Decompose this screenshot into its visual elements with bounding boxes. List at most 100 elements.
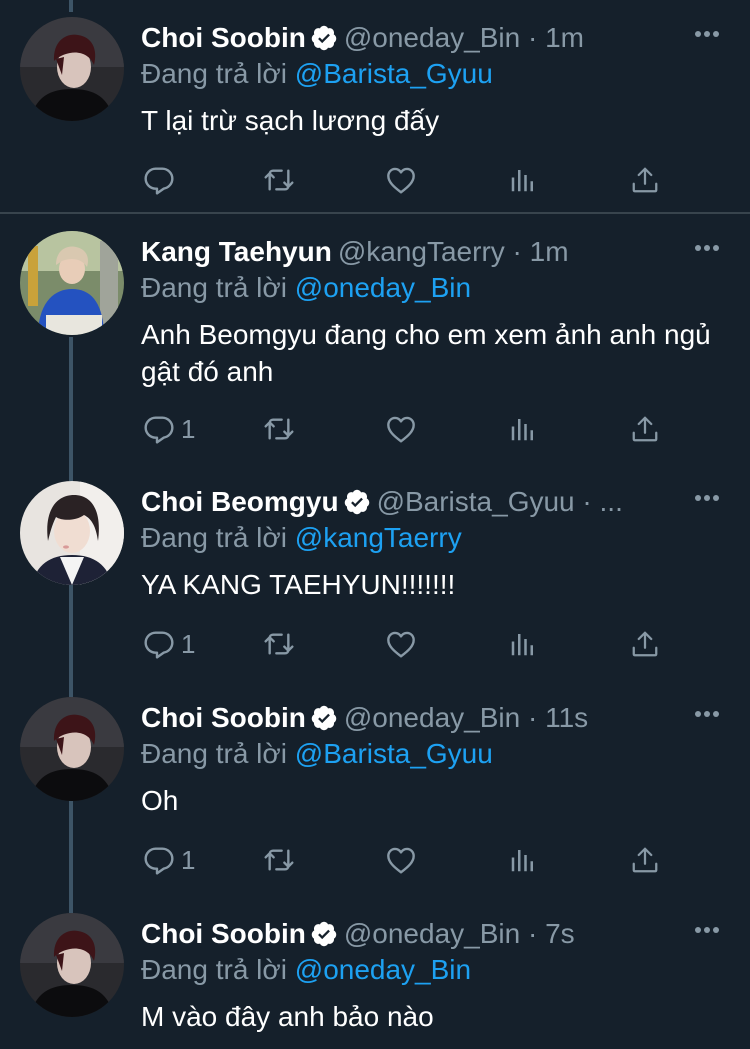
retweet-icon — [262, 628, 296, 660]
mention-link[interactable]: @oneday_Bin — [295, 272, 471, 303]
avatar[interactable] — [20, 697, 124, 801]
handle-and-time[interactable]: @oneday_Bin · 1m — [344, 22, 584, 53]
analytics-button[interactable] — [508, 842, 538, 878]
tweet[interactable]: Choi Soobin @oneday_Bin · 11s Đang trả lờ… — [0, 680, 750, 896]
avatar-soobin — [20, 17, 124, 121]
more-options-icon[interactable] — [694, 244, 720, 252]
tweet-text: YA KANG TAEHYUN!!!!!!! — [141, 569, 456, 600]
analytics-icon — [508, 413, 538, 445]
handle-and-time[interactable]: @Barista_Gyuu · ... — [377, 486, 623, 517]
avatar[interactable] — [20, 231, 124, 335]
mention-link[interactable]: @Barista_Gyuu — [295, 738, 493, 769]
retweet-button[interactable] — [262, 162, 296, 198]
replying-to-label: Đang trả lời — [141, 58, 287, 89]
analytics-button[interactable] — [508, 411, 538, 447]
avatar[interactable] — [20, 481, 124, 585]
replying-to: Đang trả lời @oneday_Bin — [141, 951, 471, 989]
reply-icon — [143, 413, 175, 445]
replying-to-label: Đang trả lời — [141, 272, 287, 303]
share-button[interactable] — [630, 162, 660, 198]
reply-button[interactable]: 1 — [143, 842, 195, 878]
reply-count: 1 — [181, 413, 196, 444]
replying-to: Đang trả lời @Barista_Gyuu — [141, 735, 493, 773]
tweet-actions: 1 — [141, 842, 701, 878]
tweet-header: Kang Taehyun @kangTaerry · 1m — [141, 232, 681, 272]
analytics-icon — [508, 844, 538, 876]
replying-to-label: Đang trả lời — [141, 954, 287, 985]
tweet-header: Choi Soobin @oneday_Bin · 7s — [141, 914, 681, 954]
replying-to: Đang trả lời @Barista_Gyuu — [141, 55, 493, 93]
mention-link[interactable]: @Barista_Gyuu — [295, 58, 493, 89]
replying-to-label: Đang trả lời — [141, 522, 287, 553]
tweet[interactable]: Choi Soobin @oneday_Bin · 7s Đang trả lời… — [0, 896, 750, 1049]
handle-and-time[interactable]: @oneday_Bin · 7s — [344, 918, 575, 949]
reply-count: 1 — [181, 628, 196, 659]
retweet-button[interactable] — [262, 842, 296, 878]
share-icon — [630, 413, 660, 445]
reply-button[interactable]: 1 — [143, 411, 195, 447]
verified-badge-icon — [343, 488, 371, 516]
like-icon — [385, 628, 417, 660]
avatar-beomgyu — [20, 481, 124, 585]
avatar[interactable] — [20, 17, 124, 121]
tweet-actions: 1 — [141, 626, 701, 662]
author-name[interactable]: Kang Taehyun — [141, 236, 332, 267]
more-options-icon[interactable] — [694, 710, 720, 718]
share-button[interactable] — [630, 411, 660, 447]
like-icon — [385, 164, 417, 196]
reply-button[interactable] — [143, 162, 181, 198]
tweet-text: Anh Beomgyu đang cho em xem ảnh anh ngủ … — [141, 319, 711, 387]
analytics-button[interactable] — [508, 162, 538, 198]
like-button[interactable] — [385, 411, 417, 447]
tweet-header: Choi Soobin @oneday_Bin · 1m — [141, 18, 681, 58]
analytics-icon — [508, 164, 538, 196]
avatar[interactable] — [20, 913, 124, 1017]
tweet-header: Choi Beomgyu @Barista_Gyuu · ... — [141, 482, 681, 522]
analytics-icon — [508, 628, 538, 660]
share-button[interactable] — [630, 842, 660, 878]
more-options-icon[interactable] — [694, 494, 720, 502]
replying-to-label: Đang trả lời — [141, 738, 287, 769]
tweet[interactable]: Choi Beomgyu @Barista_Gyuu · ... Đang trả… — [0, 464, 750, 680]
like-button[interactable] — [385, 162, 417, 198]
retweet-button[interactable] — [262, 626, 296, 662]
mention-link[interactable]: @oneday_Bin — [295, 954, 471, 985]
mention-link[interactable]: @kangTaerry — [295, 522, 462, 553]
tweet-header: Choi Soobin @oneday_Bin · 11s — [141, 698, 681, 738]
tweet-text: Oh — [141, 785, 179, 816]
author-name[interactable]: Choi Soobin — [141, 702, 306, 733]
reply-count: 1 — [181, 844, 196, 875]
retweet-icon — [262, 413, 296, 445]
verified-badge-icon — [310, 704, 338, 732]
share-icon — [630, 164, 660, 196]
tweet[interactable]: Choi Soobin @oneday_Bin · 1m Đang trả lời… — [0, 0, 750, 212]
like-button[interactable] — [385, 842, 417, 878]
retweet-icon — [262, 164, 296, 196]
share-icon — [630, 844, 660, 876]
handle-and-time[interactable]: @oneday_Bin · 11s — [344, 702, 588, 733]
handle-and-time[interactable]: @kangTaerry · 1m — [338, 236, 569, 267]
author-name[interactable]: Choi Soobin — [141, 918, 306, 949]
reply-icon — [143, 164, 175, 196]
reply-button[interactable]: 1 — [143, 626, 195, 662]
verified-badge-icon — [310, 24, 338, 52]
reply-icon — [143, 628, 175, 660]
avatar-taehyun — [20, 231, 124, 335]
more-options-icon[interactable] — [694, 30, 720, 38]
tweet[interactable]: Kang Taehyun @kangTaerry · 1m Đang trả lờ… — [0, 214, 750, 464]
retweet-button[interactable] — [262, 411, 296, 447]
more-options-icon[interactable] — [694, 926, 720, 934]
reply-icon — [143, 844, 175, 876]
share-icon — [630, 628, 660, 660]
share-button[interactable] — [630, 626, 660, 662]
avatar-soobin — [20, 697, 124, 801]
tweet-text: T lại trừ sạch lương đấy — [141, 105, 440, 136]
author-name[interactable]: Choi Soobin — [141, 22, 306, 53]
avatar-soobin — [20, 913, 124, 1017]
like-icon — [385, 413, 417, 445]
author-name[interactable]: Choi Beomgyu — [141, 486, 339, 517]
analytics-button[interactable] — [508, 626, 538, 662]
tweet-actions: 1 — [141, 411, 701, 447]
replying-to: Đang trả lời @kangTaerry — [141, 519, 462, 557]
like-button[interactable] — [385, 626, 417, 662]
